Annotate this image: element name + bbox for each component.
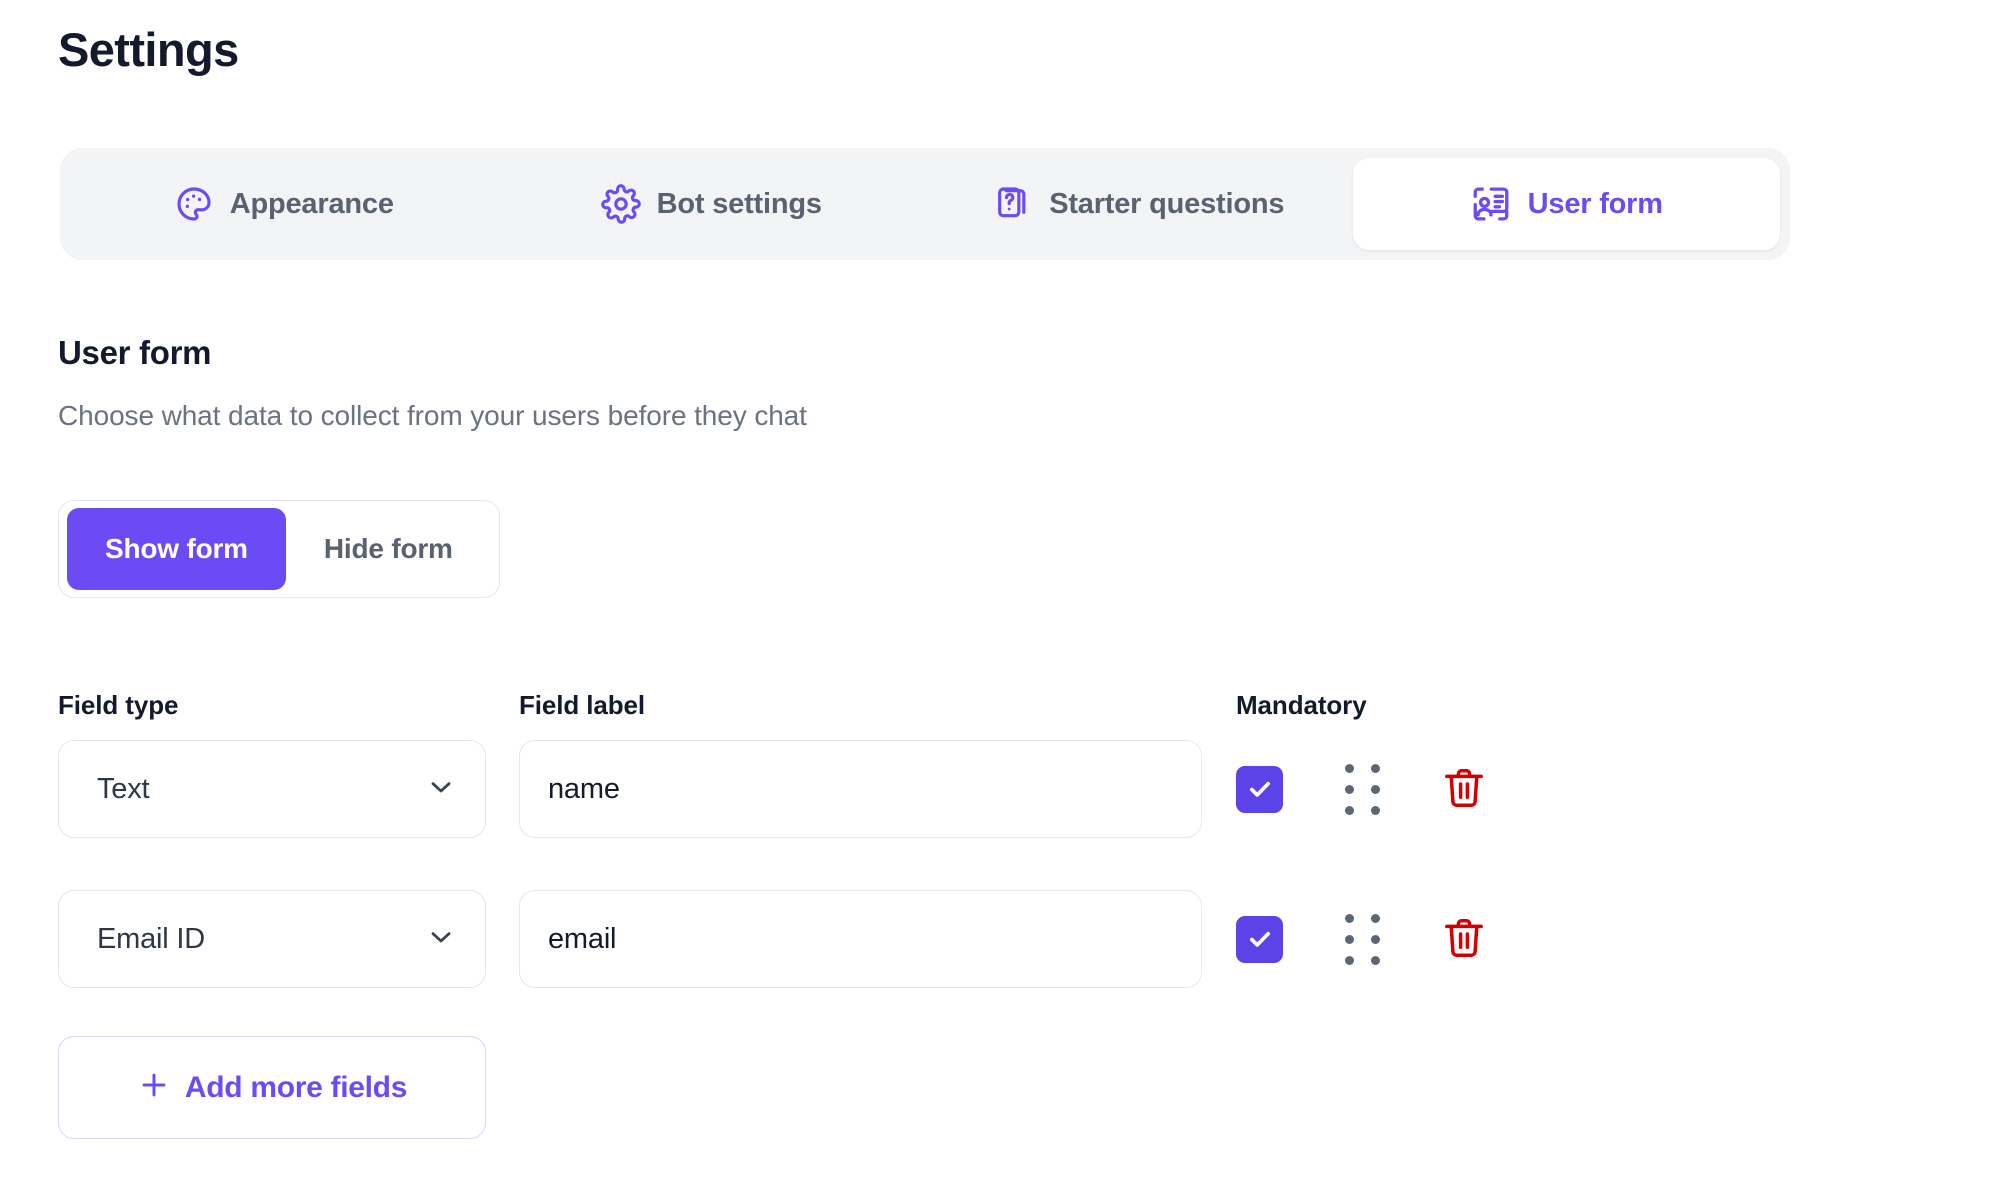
tab-bot-settings[interactable]: Bot settings [498, 158, 926, 250]
table-row: Text [0, 740, 2000, 838]
tab-label: User form [1528, 188, 1663, 221]
settings-tabbar: Appearance Bot settings Starter ques [60, 148, 1790, 260]
settings-page: Settings Appearance Bot [0, 0, 2000, 1183]
tab-label: Appearance [230, 188, 394, 221]
section-subtitle: Choose what data to collect from your us… [58, 400, 807, 432]
column-header-field-label: Field label [519, 690, 645, 721]
chevron-down-icon [425, 921, 457, 958]
drag-handle-icon[interactable] [1340, 763, 1384, 815]
plus-icon [137, 1068, 171, 1107]
tab-user-form[interactable]: User form [1353, 158, 1781, 250]
form-fields-list: Text [0, 740, 2000, 1040]
tab-starter-questions[interactable]: Starter questions [925, 158, 1353, 250]
add-more-fields-label: Add more fields [185, 1071, 407, 1105]
trash-icon [1440, 914, 1488, 965]
tab-appearance[interactable]: Appearance [70, 158, 498, 250]
trash-icon [1440, 764, 1488, 815]
show-form-button[interactable]: Show form [67, 508, 286, 590]
section-title: User form [58, 334, 211, 372]
delete-field-button[interactable] [1435, 760, 1493, 818]
delete-field-button[interactable] [1435, 910, 1493, 968]
gear-icon [601, 184, 641, 224]
table-row: Email ID [0, 890, 2000, 988]
tab-label: Bot settings [657, 188, 822, 221]
question-cards-icon [993, 184, 1033, 224]
chevron-down-icon [425, 771, 457, 808]
mandatory-checkbox[interactable] [1236, 916, 1283, 963]
contact-card-icon [1470, 183, 1512, 225]
column-header-field-type: Field type [58, 690, 178, 721]
column-header-mandatory: Mandatory [1236, 690, 1367, 721]
field-label-input[interactable] [519, 740, 1202, 838]
form-visibility-toggle: Show form Hide form [58, 500, 500, 598]
page-title: Settings [58, 22, 239, 78]
field-type-select[interactable]: Text [58, 740, 486, 838]
tab-label: Starter questions [1049, 188, 1284, 221]
drag-handle-icon[interactable] [1340, 913, 1384, 965]
mandatory-checkbox[interactable] [1236, 766, 1283, 813]
palette-icon [174, 184, 214, 224]
hide-form-button[interactable]: Hide form [286, 508, 491, 590]
field-type-value: Text [97, 773, 149, 806]
field-label-input[interactable] [519, 890, 1202, 988]
field-type-select[interactable]: Email ID [58, 890, 486, 988]
field-type-value: Email ID [97, 923, 205, 956]
add-more-fields-button[interactable]: Add more fields [58, 1036, 486, 1139]
